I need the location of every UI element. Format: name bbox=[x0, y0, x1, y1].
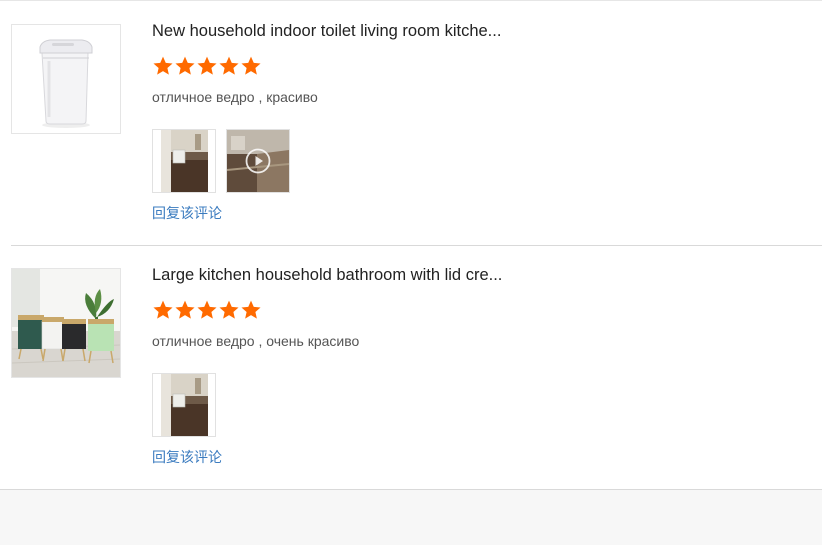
star-icon bbox=[241, 56, 261, 75]
star-icon bbox=[153, 56, 173, 75]
star-icon bbox=[175, 300, 195, 319]
review-comment: отличное ведро , красиво bbox=[152, 89, 318, 105]
star-icon bbox=[175, 56, 195, 75]
star-rating bbox=[152, 299, 262, 321]
star-icon bbox=[153, 300, 173, 319]
review-item: Large kitchen household bathroom with li… bbox=[0, 246, 822, 489]
review-photo[interactable] bbox=[152, 129, 216, 193]
review-photos bbox=[152, 373, 216, 437]
reply-to-review-link[interactable]: 回复该评论 bbox=[152, 203, 222, 223]
star-icon bbox=[219, 300, 239, 319]
review-photo-image bbox=[153, 130, 215, 192]
review-photos bbox=[152, 129, 290, 193]
review-item: New household indoor toilet living room … bbox=[0, 0, 822, 245]
reply-to-review-link[interactable]: 回复该评论 bbox=[152, 447, 222, 467]
product-title[interactable]: Large kitchen household bathroom with li… bbox=[152, 266, 502, 285]
star-icon bbox=[241, 300, 261, 319]
review-photo-image bbox=[153, 374, 215, 436]
review-photo[interactable] bbox=[152, 373, 216, 437]
star-icon bbox=[197, 56, 217, 75]
product-thumbnail[interactable] bbox=[11, 268, 121, 378]
play-icon[interactable] bbox=[245, 148, 271, 174]
review-video[interactable] bbox=[226, 129, 290, 193]
star-rating bbox=[152, 55, 262, 77]
review-comment: отличное ведро , очень красиво bbox=[152, 333, 360, 349]
product-title[interactable]: New household indoor toilet living room … bbox=[152, 22, 501, 41]
star-icon bbox=[197, 300, 217, 319]
product-thumbnail[interactable] bbox=[11, 24, 121, 134]
star-icon bbox=[219, 56, 239, 75]
trash-bins-product-image bbox=[12, 269, 120, 377]
page-footer-area bbox=[0, 489, 822, 545]
trash-bin-product-image bbox=[12, 25, 120, 133]
